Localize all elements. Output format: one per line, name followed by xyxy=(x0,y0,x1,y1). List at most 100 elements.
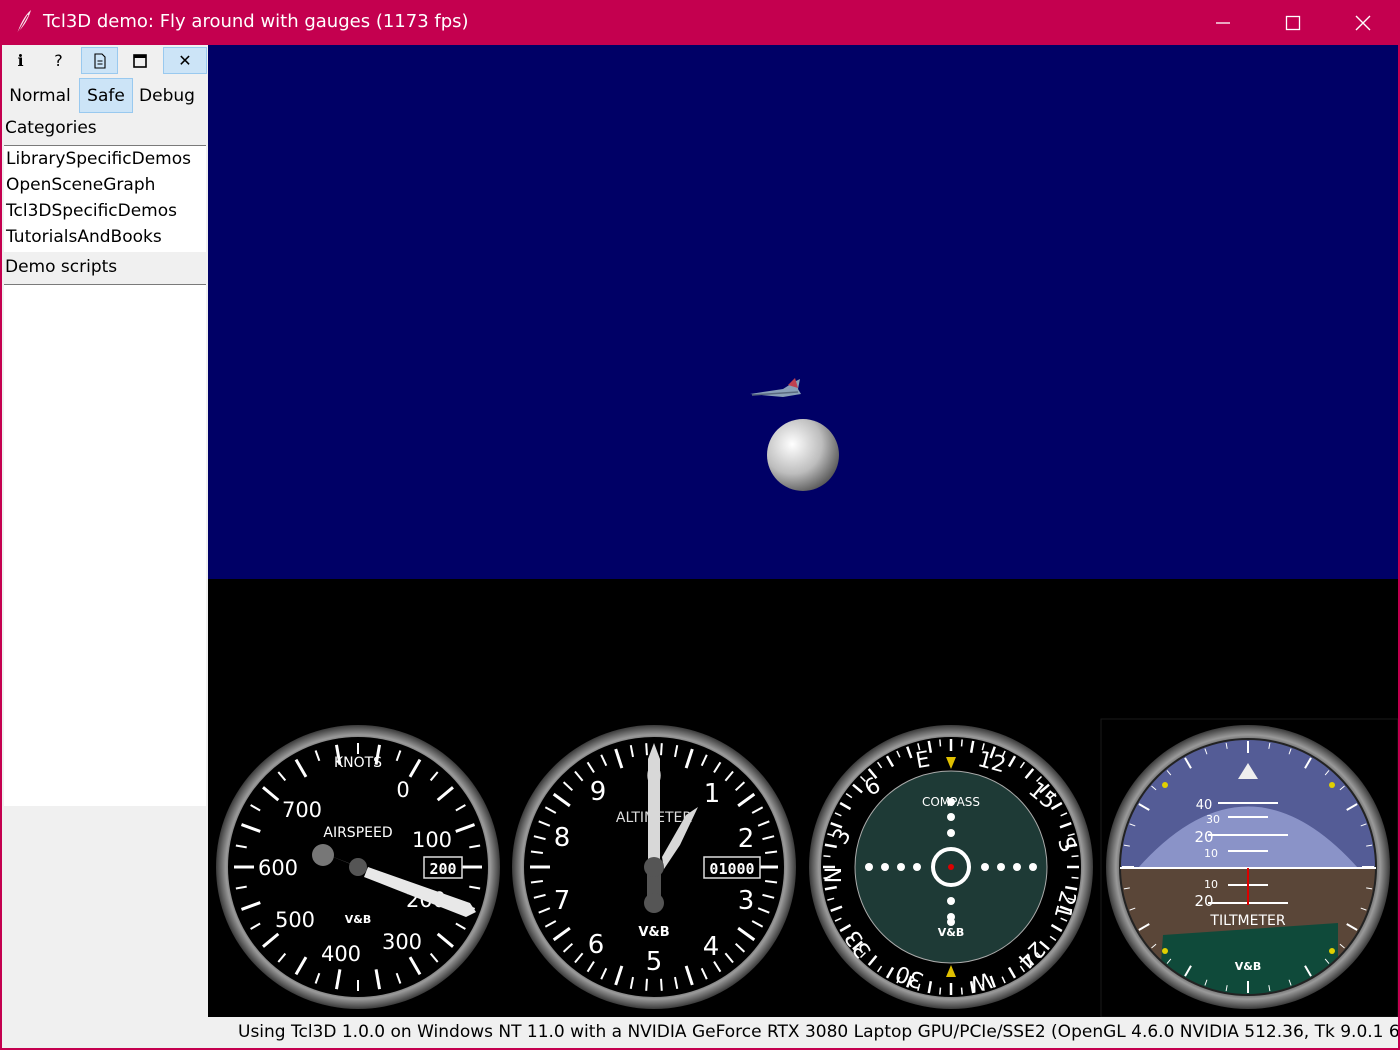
jet-plane-icon xyxy=(750,378,801,397)
gauge-tick xyxy=(939,739,942,747)
title-bar: Tcl3D demo: Fly around with gauges (1173… xyxy=(0,0,1400,45)
tiltmeter-pitch-10-low: 10 xyxy=(1204,878,1218,891)
airspeed-label-700: 700 xyxy=(282,798,322,822)
window-title: Tcl3D demo: Fly around with gauges (1173… xyxy=(43,11,469,32)
compass-name-label: COMPASS xyxy=(922,795,980,809)
compass-dot xyxy=(913,863,921,871)
compass-dot xyxy=(947,918,955,926)
altimeter-label-7: 7 xyxy=(554,886,571,916)
gauge-tick xyxy=(960,987,963,995)
maximize-button[interactable] xyxy=(1258,0,1328,45)
minimize-button[interactable] xyxy=(1188,0,1258,45)
compass-dot xyxy=(1029,863,1037,871)
compass-label-N: N xyxy=(822,867,847,883)
gauge-tick xyxy=(823,855,831,858)
minimize-icon xyxy=(1216,21,1230,24)
altimeter-brand-label: V&B xyxy=(638,925,669,940)
compass-dot xyxy=(947,813,955,821)
airspeed-name-label: AIRSPEED xyxy=(323,825,392,841)
compass-dot xyxy=(1013,863,1021,871)
demo-scripts-list[interactable] xyxy=(4,284,206,806)
mode-normal-label: Normal xyxy=(9,85,71,106)
gauge-tick xyxy=(645,978,648,991)
help-icon: ? xyxy=(54,51,63,70)
altimeter-gauge: ALTIMETER V&B 0 1 2 3 4 5 6 7 8 9 01000 xyxy=(512,725,796,1009)
feather-icon xyxy=(16,10,31,35)
list-item[interactable]: OpenSceneGraph xyxy=(4,172,206,198)
document-icon xyxy=(93,52,106,69)
sphere xyxy=(767,419,839,491)
gauge-tick xyxy=(1071,876,1079,879)
airspeed-unit-label: KNOTS xyxy=(334,755,382,771)
airspeed-brand-label: V&B xyxy=(345,913,372,926)
compass-dot xyxy=(981,863,989,871)
compass-dot xyxy=(947,829,955,837)
altimeter-label-4: 4 xyxy=(703,932,720,962)
tiltmeter-name-label: TILTMETER xyxy=(1209,913,1285,929)
airspeed-label-100: 100 xyxy=(412,828,452,852)
source-button[interactable] xyxy=(81,47,118,74)
gauge-tick xyxy=(645,743,648,756)
altimeter-label-6: 6 xyxy=(588,930,605,960)
mode-debug-label: Debug xyxy=(139,85,195,106)
tiltmeter-pitch-40: 40 xyxy=(1196,798,1213,813)
gauge-tick xyxy=(960,739,963,747)
altimeter-label-5: 5 xyxy=(646,947,663,977)
info-icon: i xyxy=(17,51,24,70)
compass-dot xyxy=(997,863,1005,871)
altimeter-label-2: 2 xyxy=(738,824,755,854)
fullscreen-button[interactable] xyxy=(121,47,158,74)
altimeter-label-8: 8 xyxy=(554,823,571,853)
airspeed-label-400: 400 xyxy=(321,942,361,966)
tiltmeter-pitch-20: 20 xyxy=(1194,828,1213,846)
mode-normal-button[interactable]: Normal xyxy=(4,78,76,113)
airspeed-readout: 200 xyxy=(429,860,456,878)
compass-gauge: COMPASS V&B N 3 6 E 12 15 S 21 24 W 30 3… xyxy=(809,725,1093,1009)
maximize-icon xyxy=(132,53,147,68)
mode-debug-button[interactable]: Debug xyxy=(136,78,198,113)
gauge-tick xyxy=(660,743,663,756)
gauge-tick xyxy=(660,978,663,991)
airspeed-label-0: 0 xyxy=(396,778,409,802)
tiltmeter-pitch-30: 30 xyxy=(1206,813,1220,826)
altimeter-label-9: 9 xyxy=(590,777,607,807)
mode-safe-button[interactable]: Safe xyxy=(79,78,133,113)
compass-brand-label: V&B xyxy=(938,926,965,939)
altimeter-readout: 01000 xyxy=(709,860,754,878)
list-item[interactable]: LibrarySpecificDemos xyxy=(4,146,206,172)
categories-label: Categories xyxy=(5,118,97,138)
gauge-tick xyxy=(939,987,942,995)
sidebar: i ? ✕ Normal Safe Debug Categories Libra… xyxy=(2,45,208,1048)
gauge-tick xyxy=(1071,855,1079,858)
tiltmeter-pitch-20-low: 20 xyxy=(1194,892,1213,910)
gl-canvas[interactable]: KNOTS AIRSPEED V&B 0 100 200 300 400 500… xyxy=(208,45,1398,1017)
close-icon xyxy=(1355,15,1371,30)
help-button[interactable]: ? xyxy=(40,47,77,74)
compass-dot xyxy=(881,863,889,871)
tiltmeter-gauge: 40 30 20 10 10 20 TILTMETER V&B xyxy=(1100,718,1398,1017)
altimeter-label-3: 3 xyxy=(738,886,755,916)
compass-dot xyxy=(947,897,955,905)
compass-dot xyxy=(865,863,873,871)
airspeed-gauge: KNOTS AIRSPEED V&B 0 100 200 300 400 500… xyxy=(216,725,500,1009)
categories-list[interactable]: LibrarySpecificDemos OpenSceneGraph Tcl3… xyxy=(4,145,206,252)
altimeter-label-1: 1 xyxy=(704,779,721,809)
demo-scripts-label: Demo scripts xyxy=(5,257,118,277)
tiltmeter-brand-label: V&B xyxy=(1235,960,1262,973)
close-button[interactable] xyxy=(1328,0,1398,45)
info-button[interactable]: i xyxy=(2,47,39,74)
list-item[interactable]: Tcl3DSpecificDemos xyxy=(4,198,206,224)
airspeed-label-300: 300 xyxy=(382,930,422,954)
close-icon: ✕ xyxy=(178,51,192,70)
compass-dot xyxy=(897,863,905,871)
status-bar: Using Tcl3D 1.0.0 on Windows NT 11.0 wit… xyxy=(208,1017,1398,1048)
airspeed-label-600: 600 xyxy=(258,856,298,880)
list-item[interactable]: TutorialsAndBooks xyxy=(4,224,206,250)
scene-overlay: KNOTS AIRSPEED V&B 0 100 200 300 400 500… xyxy=(216,378,1398,1017)
mode-safe-label: Safe xyxy=(87,85,125,106)
exit-button[interactable]: ✕ xyxy=(163,47,207,74)
airspeed-label-500: 500 xyxy=(275,908,315,932)
app-window: i ? ✕ Normal Safe Debug Categories Libra… xyxy=(2,45,1398,1048)
maximize-icon xyxy=(1285,15,1301,30)
tiltmeter-pitch-10: 10 xyxy=(1204,847,1218,860)
